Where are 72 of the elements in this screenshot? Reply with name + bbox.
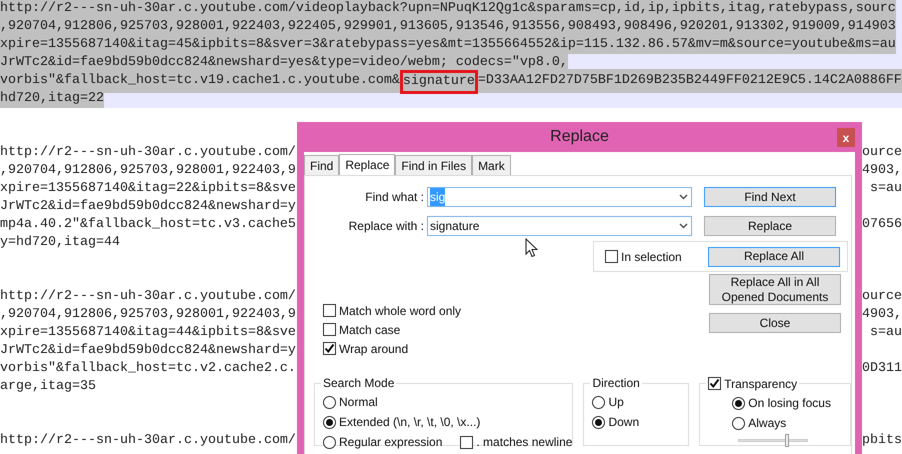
- code-line: vorbis"&fallback_host=tc.v2.cache2.c.: [0, 360, 296, 378]
- cursor-icon: [525, 238, 538, 258]
- radio-button[interactable]: [592, 396, 606, 408]
- radio-button[interactable]: [592, 416, 606, 428]
- code-line: ource: [862, 288, 902, 306]
- radio-label: On losing focus: [748, 395, 831, 412]
- code-line: 07656: [862, 216, 902, 234]
- code-line: pbits: [862, 432, 902, 450]
- checkbox[interactable]: [708, 377, 722, 390]
- code-line: http://r2---sn-uh-30ar.c.youtube.com/: [0, 432, 296, 450]
- radio-button[interactable]: [323, 436, 336, 448]
- dialog-button[interactable]: Replace All in All Opened Documents: [709, 274, 841, 305]
- window-title: Replace: [550, 127, 609, 147]
- radio-label: Normal: [339, 394, 378, 411]
- checkbox-label: Wrap around: [339, 340, 408, 358]
- checkbox[interactable]: [323, 342, 336, 355]
- slider[interactable]: [738, 434, 808, 447]
- code-text: vorbis"&fallback_host=tc.v19.cache1.c.youtube.com&: [0, 72, 400, 90]
- checkbox[interactable]: [460, 436, 474, 448]
- checkbox-label: Match case: [339, 322, 400, 338]
- radio-button[interactable]: [323, 416, 336, 428]
- code-line: 4903,: [862, 306, 902, 324]
- code-line: mp4a.40.2"&fallback_host=tc.v3.cache5: [0, 216, 296, 234]
- field-label: Find what :: [364, 189, 425, 206]
- combo-field[interactable]: signature: [427, 216, 692, 236]
- dialog-button[interactable]: Replace All: [708, 246, 840, 266]
- tab[interactable]: Find: [304, 155, 340, 175]
- tab[interactable]: Mark: [472, 155, 511, 175]
- checkbox[interactable]: [323, 304, 336, 317]
- code-text: =D33AA12FD27D75BF1D269B235B2449FF0212E9C5.14C2A0886FF: [478, 72, 902, 90]
- checkbox-label: Match whole word only: [339, 302, 462, 320]
- code-line: ,920704,912806,925703,928001,922403,9: [0, 306, 296, 324]
- slider-thumb[interactable]: [785, 434, 790, 447]
- group-title: Direction: [592, 376, 640, 390]
- radio-label: Down: [608, 414, 640, 431]
- code-line: s=au: [870, 324, 902, 342]
- code-line: s=au: [870, 180, 902, 198]
- tab[interactable]: Replace: [339, 154, 396, 176]
- field-label: Replace with :: [348, 218, 425, 235]
- radio-button[interactable]: [323, 396, 336, 408]
- code-line: JrWTc2&id=fae9bd59b0dcc824&newshard=y: [0, 198, 296, 216]
- code-line: 0D311: [862, 360, 902, 378]
- dialog-button[interactable]: Find Next: [704, 187, 836, 207]
- group-title: Search Mode: [323, 376, 394, 390]
- code-line: y=hd720,itag=44: [0, 234, 120, 252]
- checkbox[interactable]: [605, 250, 618, 263]
- radio-label: Always: [748, 415, 786, 432]
- checkbox-label: Transparency: [724, 376, 798, 392]
- code-line: xpire=1355687140&itag=44&ipbits=8&sve: [0, 324, 296, 342]
- code-line: xpire=1355687140&itag=22&ipbits=8&sve: [0, 180, 296, 198]
- checkbox-label: In selection: [621, 248, 682, 266]
- code-line: 4903,: [862, 162, 902, 180]
- code-line: http://r2---sn-uh-30ar.c.youtube.com/: [0, 288, 296, 306]
- annotated-text: signature: [400, 70, 478, 94]
- code-line: ource: [862, 144, 902, 162]
- radio-label: Regular expression: [339, 434, 442, 451]
- checkbox[interactable]: [323, 323, 336, 336]
- code-line: arge,itag=35: [0, 378, 96, 396]
- radio-label: Extended (\n, \r, \t, \0, \x...): [339, 414, 480, 431]
- chevron-down-icon: [679, 194, 688, 200]
- code-line: http://r2---sn-uh-30ar.c.youtube.com/: [0, 144, 296, 162]
- dialog-button[interactable]: Replace: [704, 216, 836, 236]
- chevron-down-icon: [679, 223, 688, 229]
- tab[interactable]: Find in Files: [395, 155, 472, 175]
- radio-label: Up: [608, 394, 624, 411]
- code-line: JrWTc2&id=fae9bd59b0dcc824&newshard=y: [0, 342, 296, 360]
- radio-button[interactable]: [732, 396, 746, 410]
- window-close-button[interactable]: x: [837, 128, 855, 147]
- checkbox-label: . matches newline: [476, 434, 572, 451]
- radio-button[interactable]: [732, 416, 746, 430]
- dialog-button[interactable]: Close: [709, 313, 841, 333]
- code-line: ,920704,912806,925703,928001,922403,9: [0, 162, 296, 180]
